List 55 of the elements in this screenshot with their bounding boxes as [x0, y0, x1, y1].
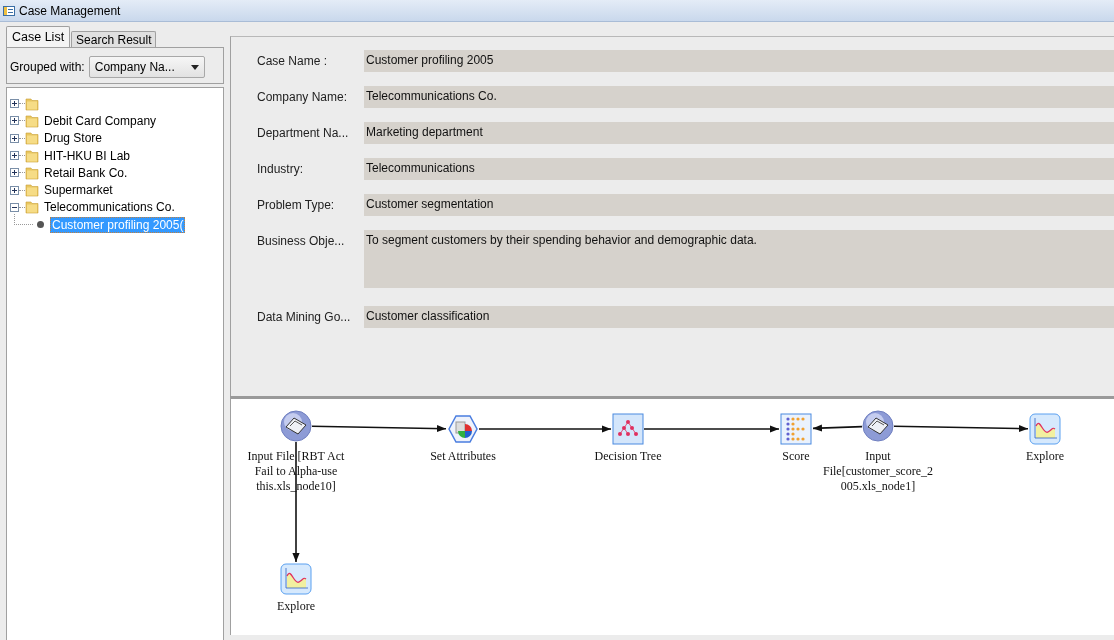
expand-icon[interactable] [10, 185, 19, 195]
tree-item[interactable]: Supermarket [44, 183, 113, 198]
window-title: Case Management [19, 3, 121, 18]
tree-item[interactable]: Retail Bank Co. [44, 165, 128, 180]
text-field[interactable]: Customer classification [364, 306, 1114, 328]
caret-icon [190, 64, 199, 70]
field-label: Department Na... [257, 125, 350, 142]
grouping-dropdown[interactable]: Company Na... [88, 56, 205, 78]
expand-icon[interactable] [10, 116, 19, 126]
text-field[interactable]: Telecommunications Co. [364, 86, 1114, 108]
field-label: Problem Type: [257, 197, 336, 214]
folder-icon [25, 113, 39, 128]
node-label: Input File[customer_score_2 005.xls_node1] [822, 449, 934, 494]
folder-icon [25, 165, 39, 180]
window-icon [3, 4, 15, 17]
pie-chart-icon[interactable] [448, 415, 478, 443]
text-field[interactable]: Telecommunications [364, 158, 1114, 180]
dot-grid-icon[interactable] [780, 413, 812, 445]
tree-item[interactable]: Debit Card Company [44, 113, 157, 128]
expand-icon[interactable] [10, 151, 19, 161]
tree-diagram-icon[interactable] [612, 413, 644, 445]
text-field[interactable]: Marketing department [364, 122, 1114, 144]
expand-icon[interactable] [10, 99, 19, 109]
folder-icon [25, 131, 39, 146]
flow-arrow [812, 424, 863, 432]
node-label: Score [781, 449, 811, 464]
tree-item[interactable]: Telecommunications Co. [44, 200, 175, 215]
folder-icon [25, 200, 39, 215]
collapse-icon[interactable] [10, 202, 19, 212]
grouped-with-label: Grouped with: [10, 60, 85, 74]
folder-icon [25, 148, 39, 163]
field-label: Business Obje... [257, 233, 346, 250]
node-label: Explore [276, 599, 316, 614]
leaf-icon [37, 221, 44, 229]
text-field[interactable]: Customer segmentation [364, 194, 1114, 216]
field-label: Case Name : [257, 53, 329, 70]
field-label: Industry: [257, 161, 305, 178]
line-chart-icon[interactable] [1029, 413, 1061, 445]
field-label: Data Mining Go... [257, 309, 352, 326]
text-field[interactable]: Customer profiling 2005 [364, 50, 1114, 72]
tree-item[interactable]: Drug Store [44, 131, 103, 146]
field-label: Company Name: [257, 89, 349, 106]
tree-item[interactable]: HIT-HKU BI Lab [44, 148, 131, 163]
printer-icon[interactable] [862, 410, 894, 442]
line-chart-icon[interactable] [280, 563, 312, 595]
node-label: Set Attributes [429, 449, 497, 464]
tab[interactable]: Case List [6, 26, 71, 48]
node-label: Decision Tree [593, 449, 663, 464]
expand-icon[interactable] [10, 168, 19, 178]
printer-icon[interactable] [280, 410, 312, 442]
text-area[interactable]: To segment customers by their spending behavior and demographic data. [364, 230, 1114, 288]
node-label: Explore [1025, 449, 1065, 464]
expand-icon[interactable] [10, 133, 19, 143]
folder-icon [25, 183, 39, 198]
folder-icon [25, 96, 39, 111]
